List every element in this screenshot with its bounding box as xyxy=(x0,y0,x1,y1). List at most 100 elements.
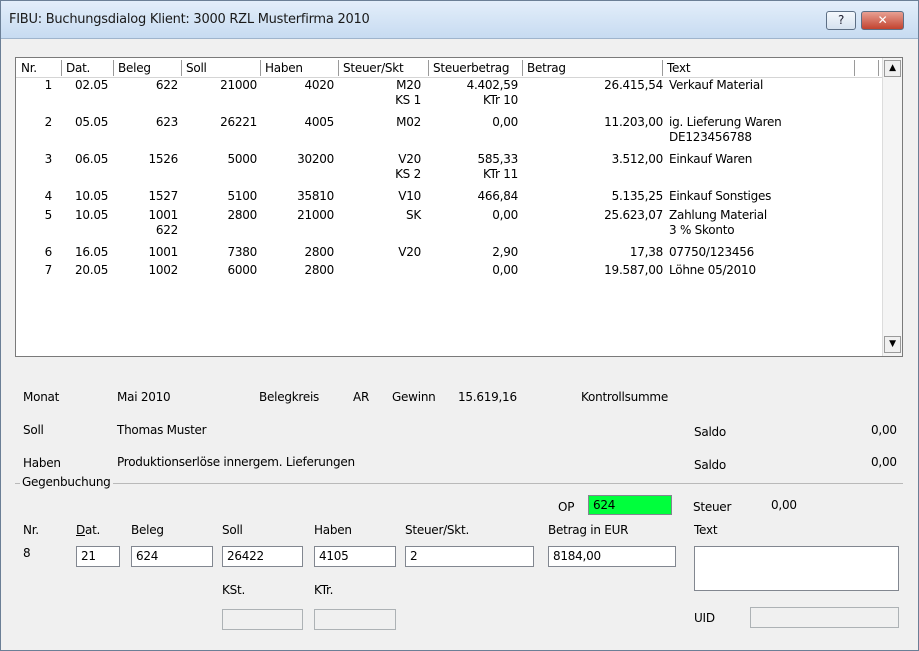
cell-steuer: M20 xyxy=(396,78,421,92)
op-label: OP xyxy=(558,500,575,514)
text-label: Text xyxy=(694,523,718,537)
dat-input[interactable]: 21 xyxy=(76,546,120,567)
table-row[interactable]: 4 10.05 1527 5100 35810 V10 466,84 5.135,25 Eink… xyxy=(16,189,882,208)
cell-betrag: 25.623,07 xyxy=(604,208,663,222)
table-row[interactable]: 6 16.05 1001 7380 2800 V20 2,90 17,38 07750/1234… xyxy=(16,245,882,263)
op-field[interactable]: 624 xyxy=(588,495,672,515)
col-nr[interactable]: Nr. xyxy=(21,61,37,75)
soll-field-label: Soll xyxy=(222,523,243,537)
cell-steuerbetrag: 585,33 xyxy=(477,152,519,166)
help-button[interactable]: ? xyxy=(826,11,856,30)
soll-label: Soll xyxy=(23,423,44,437)
dat-label-accel: D xyxy=(76,523,85,537)
gegenbuchung-separator xyxy=(15,483,903,484)
steuer-skt-input[interactable]: 2 xyxy=(405,546,534,567)
saldo-soll-value: 0,00 xyxy=(871,423,897,437)
col-steuer-skt[interactable]: Steuer/Skt xyxy=(343,61,404,75)
cell-dat: 10.05 xyxy=(75,208,109,222)
close-button[interactable]: ✕ xyxy=(861,11,904,30)
scroll-down-icon[interactable]: ▼ xyxy=(884,336,901,353)
cell-betrag: 17,38 xyxy=(629,245,663,259)
col-soll[interactable]: Soll xyxy=(186,61,207,75)
gewinn-value: 15.619,16 xyxy=(458,390,517,404)
list-scrollbar[interactable]: ▲ ▼ xyxy=(882,58,902,356)
cell-dat: 05.05 xyxy=(75,115,109,129)
steuer-value: 0,00 xyxy=(771,498,797,512)
beleg-label: Beleg xyxy=(131,523,164,537)
cell-steuerbetrag: 466,84 xyxy=(477,189,519,203)
cell-beleg: 623 xyxy=(155,115,178,129)
cell-nr: 6 xyxy=(44,245,53,259)
cell-beleg: 1527 xyxy=(148,189,178,203)
cell-beleg: 1002 xyxy=(148,263,178,277)
gewinn-label: Gewinn xyxy=(392,390,436,404)
cell-text: Zahlung Material xyxy=(669,208,767,222)
cell-betrag: 26.415,54 xyxy=(604,78,663,92)
cell-beleg: 1526 xyxy=(148,152,178,166)
list-header: Nr. Dat. Beleg Soll Haben Steuer/Skt Ste… xyxy=(16,58,882,78)
cell-nr: 1 xyxy=(44,78,53,92)
cell-haben: 35810 xyxy=(297,189,334,203)
steuer-label: Steuer xyxy=(693,500,732,514)
cell-haben: 30200 xyxy=(297,152,334,166)
cell-betrag: 19.587,00 xyxy=(604,263,663,277)
monat-label: Monat xyxy=(23,390,60,404)
cell-haben: 21000 xyxy=(297,208,334,222)
saldo-haben-value: 0,00 xyxy=(871,455,897,469)
dat-label: Dat. xyxy=(76,523,100,537)
cell-beleg: 622 xyxy=(155,78,178,92)
cell-text-2: 3 % Skonto xyxy=(669,223,735,237)
cell-text: Löhne 05/2010 xyxy=(669,263,756,277)
text-input[interactable] xyxy=(694,546,899,591)
dat-label-rest: at. xyxy=(85,523,101,537)
table-row[interactable]: 2 05.05 623 26221 4005 M02 0,00 11.203,00 ig. Li… xyxy=(16,115,882,152)
col-betrag[interactable]: Betrag xyxy=(527,61,566,75)
nr-value: 8 xyxy=(23,546,31,560)
cell-soll: 5000 xyxy=(227,152,257,166)
cell-text: ig. Lieferung Waren xyxy=(669,115,782,129)
cell-betrag: 3.512,00 xyxy=(611,152,664,166)
ktr-label: KTr. xyxy=(314,583,334,597)
kst-input[interactable] xyxy=(222,609,303,630)
cell-haben: 4020 xyxy=(304,78,334,92)
beleg-input[interactable]: 624 xyxy=(131,546,213,567)
cell-steuer: V20 xyxy=(398,245,421,259)
haben-input[interactable]: 4105 xyxy=(314,546,396,567)
cell-kostentraeger: KTr 10 xyxy=(482,93,518,107)
cell-betrag: 5.135,25 xyxy=(611,189,664,203)
cell-kostenstelle: KS 1 xyxy=(395,93,421,107)
table-row[interactable]: 1 02.05 622 21000 4020 M20 KS 1 4.402,59 KTr 10 2… xyxy=(16,78,882,115)
bookings-list[interactable]: Nr. Dat. Beleg Soll Haben Steuer/Skt Ste… xyxy=(15,57,903,357)
cell-soll: 2800 xyxy=(227,208,257,222)
cell-dat: 16.05 xyxy=(75,245,109,259)
col-dat[interactable]: Dat. xyxy=(66,61,90,75)
booking-dialog-window: FIBU: Buchungsdialog Klient: 3000 RZL Mu… xyxy=(0,0,919,651)
nr-label: Nr. xyxy=(23,523,39,537)
cell-steuerbetrag: 0,00 xyxy=(492,115,518,129)
col-text[interactable]: Text xyxy=(667,61,691,75)
cell-steuer: V20 xyxy=(398,152,421,166)
cell-text: Einkauf Sonstiges xyxy=(669,189,772,203)
saldo-haben-label: Saldo xyxy=(694,458,727,472)
col-beleg[interactable]: Beleg xyxy=(118,61,151,75)
table-row[interactable]: 7 20.05 1002 6000 2800 0,00 19.587,00 Löhne 05/… xyxy=(16,263,882,281)
col-steuerbetrag[interactable]: Steuerbetrag xyxy=(433,61,510,75)
uid-input[interactable] xyxy=(750,607,899,628)
belegkreis-value: AR xyxy=(353,390,370,404)
table-row[interactable]: 3 06.05 1526 5000 30200 V20 KS 2 585,33 KTr 11 3.… xyxy=(16,152,882,189)
gegenbuchung-group-label: Gegenbuchung xyxy=(20,475,113,489)
cell-beleg-2: 622 xyxy=(155,223,178,237)
table-row[interactable]: 5 10.05 1001 622 2800 21000 SK 0,00 25.623,07 Zah… xyxy=(16,208,882,245)
soll-input[interactable]: 26422 xyxy=(222,546,303,567)
cell-steuer: SK xyxy=(406,208,421,222)
cell-text: Verkauf Material xyxy=(669,78,764,92)
col-haben[interactable]: Haben xyxy=(265,61,303,75)
cell-soll: 5100 xyxy=(227,189,257,203)
cell-haben: 2800 xyxy=(304,245,334,259)
cell-text: Einkauf Waren xyxy=(669,152,753,166)
cell-soll: 6000 xyxy=(227,263,257,277)
betrag-input[interactable]: 8184,00 xyxy=(548,546,676,567)
ktr-input[interactable] xyxy=(314,609,396,630)
scroll-up-icon[interactable]: ▲ xyxy=(884,60,901,77)
cell-nr: 4 xyxy=(44,189,53,203)
